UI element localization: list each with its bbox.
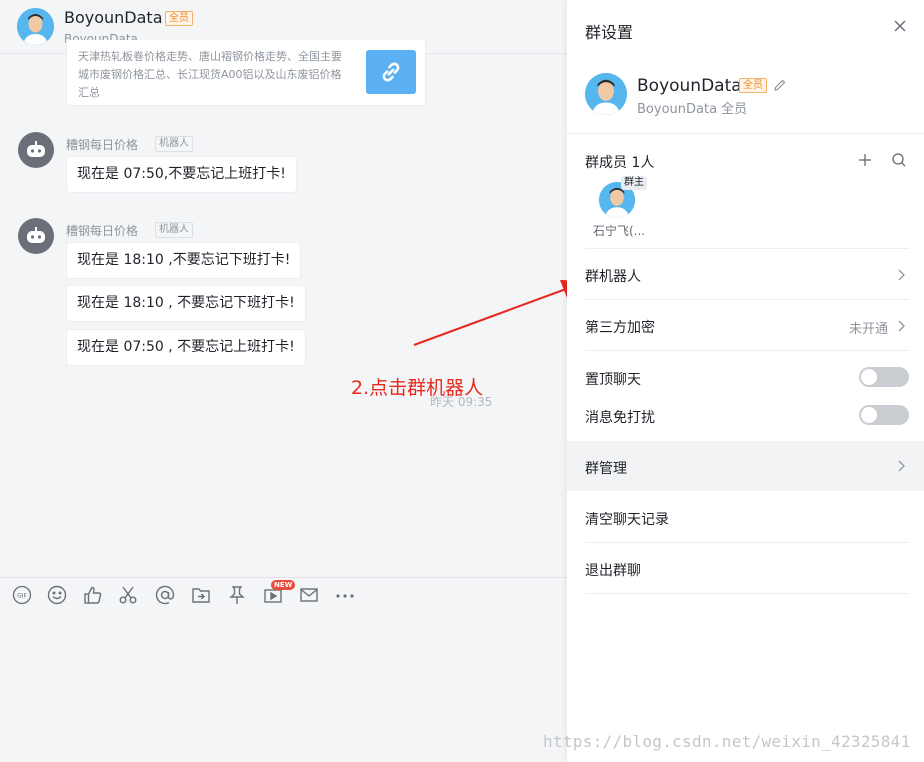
gif-icon[interactable]: GIF: [11, 584, 33, 606]
panel-group-subtitle: BoyounData 全员: [637, 102, 748, 117]
robot-tag: 机器人: [155, 136, 193, 152]
divider: [585, 593, 909, 594]
emoji-icon[interactable]: [46, 584, 68, 606]
group-bot-label[interactable]: 群机器人: [585, 266, 641, 286]
panel-group-name: BoyounData: [637, 76, 742, 96]
panel-all-members-badge: 全员: [739, 78, 767, 93]
encryption-label[interactable]: 第三方加密: [585, 317, 655, 337]
all-members-badge: 全员: [165, 11, 193, 26]
mute-toggle[interactable]: [859, 405, 909, 425]
members-label: 群成员 1人: [585, 155, 655, 171]
edit-icon[interactable]: [773, 78, 787, 92]
link-card[interactable]: 天津热轧板卷价格走势、唐山褶钢价格走势、全国主要城市废钢价格汇总、长江现货A00…: [66, 40, 426, 106]
mail-icon[interactable]: [298, 584, 320, 606]
message-sender: 糟钢每日价格: [66, 138, 139, 152]
mute-label: 消息免打扰: [585, 410, 655, 426]
bot-avatar[interactable]: [18, 218, 54, 254]
message-bubble[interactable]: 现在是 18:10 , 不要忘记下班打卡!: [66, 285, 306, 322]
panel-group-avatar[interactable]: [585, 73, 627, 115]
message-bubble[interactable]: 现在是 07:50 , 不要忘记上班打卡!: [66, 329, 306, 366]
chat-title: BoyounData: [64, 8, 163, 27]
message-sender: 糟钢每日价格: [66, 224, 139, 238]
clear-history-button[interactable]: 清空聊天记录: [585, 509, 669, 529]
thumbs-up-icon[interactable]: [82, 584, 104, 606]
panel-title: 群设置: [585, 23, 634, 42]
at-icon[interactable]: [154, 584, 176, 606]
group-settings-panel: 群设置 BoyounData 全员 BoyounData 全员 群成员 1人 群…: [567, 0, 924, 762]
search-icon[interactable]: [891, 152, 907, 168]
toggle-knob: [861, 407, 877, 423]
pin-chat-toggle[interactable]: [859, 367, 909, 387]
bot-avatar[interactable]: [18, 132, 54, 168]
member-name[interactable]: 石宁飞(...: [593, 222, 645, 239]
leave-group-button[interactable]: 退出群聊: [585, 560, 641, 580]
divider: [567, 133, 924, 134]
chevron-right-icon: [896, 319, 906, 333]
row-group-management[interactable]: 群管理: [567, 441, 924, 491]
divider: [585, 248, 909, 249]
robot-tag: 机器人: [155, 222, 193, 238]
link-icon: [366, 50, 416, 94]
close-icon[interactable]: [892, 18, 908, 34]
owner-tag: 群主: [621, 176, 647, 190]
more-icon[interactable]: [334, 584, 356, 606]
link-card-text: 天津热轧板卷价格走势、唐山褶钢价格走势、全国主要城市废钢价格汇总、长江现货A00…: [78, 50, 342, 99]
divider: [585, 299, 909, 300]
pin-icon[interactable]: [226, 584, 248, 606]
divider: [585, 542, 909, 543]
chevron-right-icon: [896, 268, 906, 282]
watermark: https://blog.csdn.net/weixin_42325841: [543, 732, 911, 751]
message-bubble[interactable]: 现在是 07:50,不要忘记上班打卡!: [66, 156, 297, 193]
gif-label: GIF: [17, 593, 27, 600]
pin-chat-label: 置顶聊天: [585, 372, 641, 388]
group-management-label[interactable]: 群管理: [585, 458, 627, 478]
divider: [585, 350, 909, 351]
message-bubble[interactable]: 现在是 18:10 ,不要忘记下班打卡!: [66, 242, 302, 279]
chevron-right-icon: [896, 459, 906, 473]
group-avatar[interactable]: [17, 8, 54, 45]
folder-icon[interactable]: [190, 584, 212, 606]
annotation-text: 2.点击群机器人: [351, 377, 484, 399]
scissors-icon[interactable]: [117, 584, 139, 606]
toggle-knob: [861, 369, 877, 385]
encryption-status: 未开通: [849, 322, 889, 337]
new-badge: NEW: [271, 580, 296, 590]
add-member-icon[interactable]: [857, 152, 873, 168]
